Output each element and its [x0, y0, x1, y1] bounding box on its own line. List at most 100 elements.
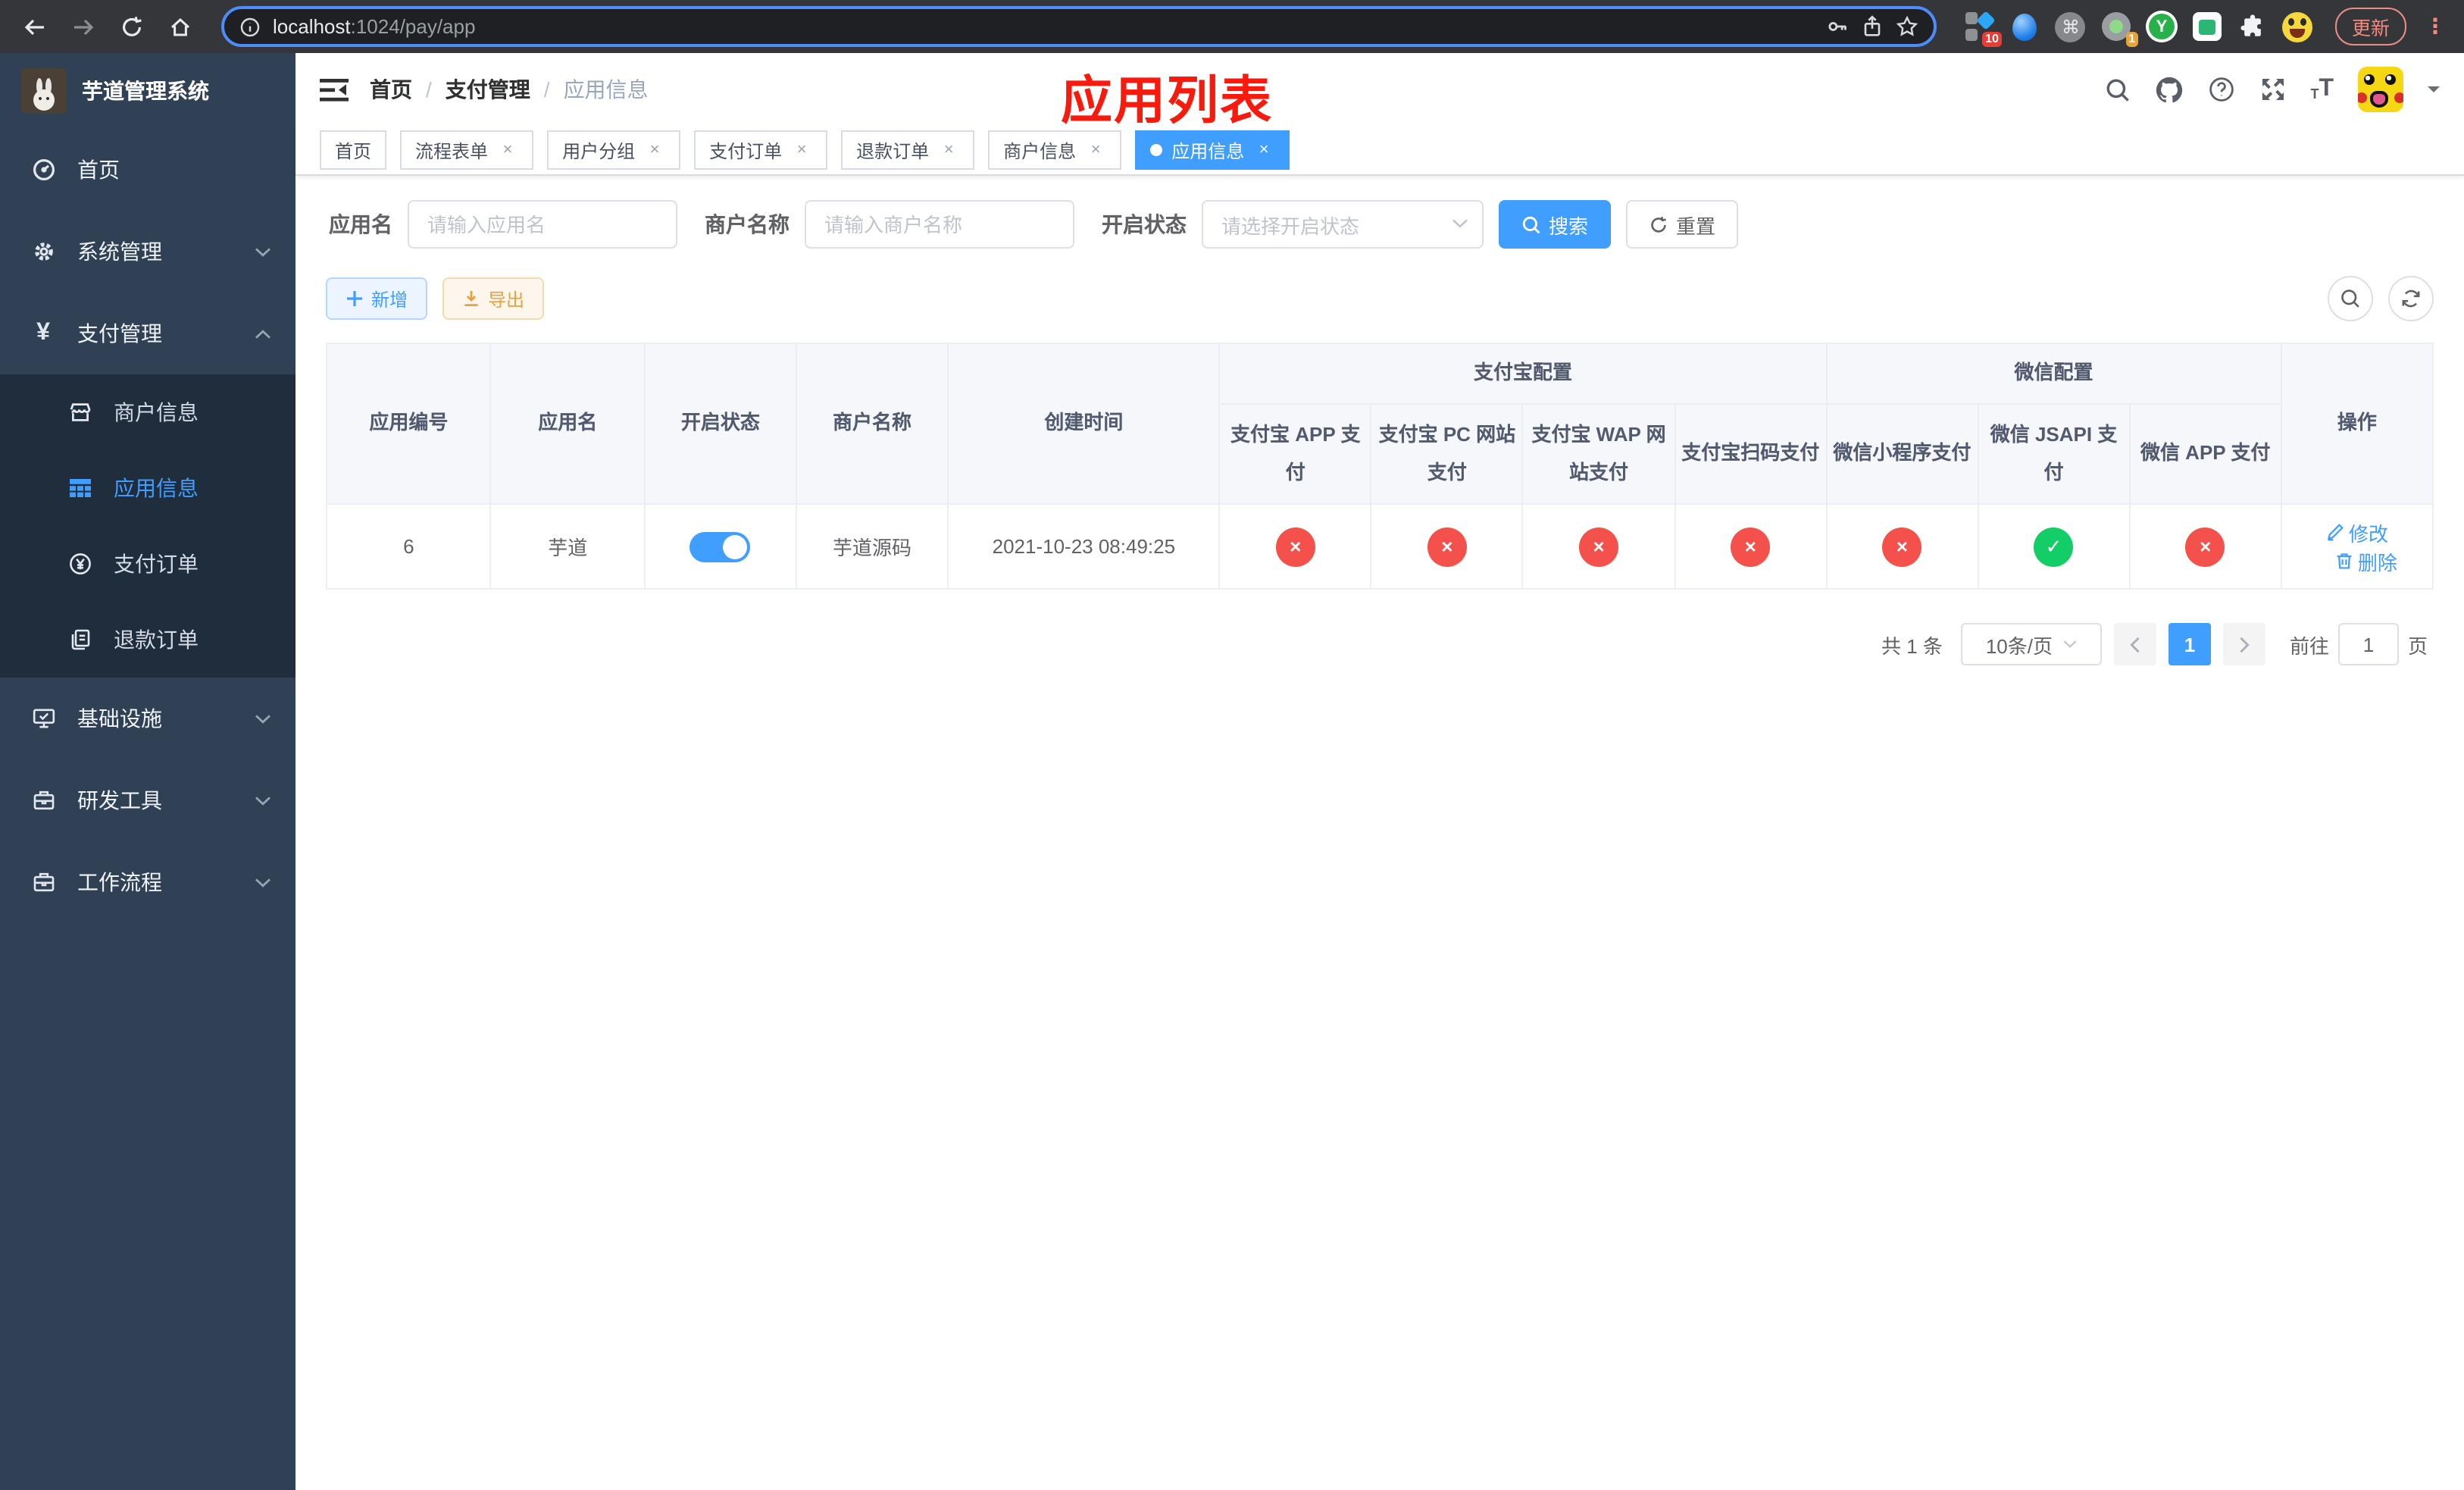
fullscreen-icon[interactable]: [2259, 76, 2286, 103]
search-button[interactable]: 搜索: [1499, 200, 1612, 249]
password-key-icon[interactable]: [1826, 15, 1849, 38]
app-name-input[interactable]: [408, 200, 677, 249]
app-table: 应用编号 应用名 开启状态 商户名称 创建时间 支付宝配置 微信配置 操作 支付…: [325, 343, 2434, 590]
navbar: 首页 / 支付管理 / 应用信息 应用列表 T T: [295, 53, 2464, 130]
sidebar-item-workflow[interactable]: 工作流程: [0, 841, 295, 923]
page-size-select[interactable]: 10条/页: [1960, 623, 2102, 665]
sidebar-collapse-icon[interactable]: [320, 77, 349, 102]
goto-page-input[interactable]: [2337, 623, 2399, 665]
breadcrumb-payment[interactable]: 支付管理: [446, 74, 530, 105]
avatar-caret-icon[interactable]: [2428, 86, 2440, 99]
toggle-search-button[interactable]: [2328, 276, 2373, 321]
reload-icon[interactable]: [112, 7, 152, 46]
app-name-label: 应用名: [329, 212, 392, 236]
font-size-icon[interactable]: TT: [2310, 77, 2334, 102]
page-annotation: 应用列表: [1061, 73, 1273, 130]
profile-emoji-icon[interactable]: [2282, 11, 2314, 42]
next-page-button[interactable]: [2222, 623, 2265, 665]
close-icon[interactable]: ×: [1253, 139, 1274, 161]
tag-refund-order[interactable]: 退款订单 ×: [841, 130, 975, 170]
close-icon[interactable]: ×: [791, 139, 812, 161]
wechat-jsapi-status: ✓: [2034, 527, 2074, 566]
pagination: 共 1 条 10条/页 1 前往 1 页: [326, 623, 2434, 665]
tag-user-group[interactable]: 用户分组 ×: [547, 130, 681, 170]
balloon-extension-icon[interactable]: [2009, 11, 2041, 42]
col-alipay-qr: 支付宝扫码支付: [1674, 403, 1828, 505]
sidebar-item-app-info[interactable]: 应用信息: [0, 450, 295, 526]
col-wechat-app: 微信 APP 支付: [2128, 403, 2282, 505]
alipay-wap-status: ×: [1579, 527, 1619, 566]
help-icon[interactable]: [2207, 76, 2234, 103]
share-icon[interactable]: [1861, 15, 1884, 38]
monitor-icon: [30, 706, 56, 731]
wechat-mini-status: ×: [1882, 527, 1922, 566]
col-wechat-jsapi: 微信 JSAPI 支付: [1977, 403, 2131, 505]
sidebar-item-infrastructure[interactable]: 基础设施: [0, 678, 295, 759]
sidebar-item-home[interactable]: 首页: [0, 129, 295, 211]
status-select[interactable]: 请选择开启状态: [1202, 200, 1484, 249]
browser-menu-icon[interactable]: ⋮: [2425, 14, 2446, 39]
prev-page-button[interactable]: [2113, 623, 2156, 665]
dashboard-icon: [30, 158, 56, 182]
close-icon[interactable]: ×: [644, 139, 665, 161]
delete-link[interactable]: 删除: [2335, 546, 2397, 575]
close-icon[interactable]: ×: [1085, 139, 1106, 161]
tag-process-form[interactable]: 流程表单 ×: [400, 130, 534, 170]
sidebar-logo[interactable]: 芋道管理系统: [0, 53, 295, 129]
header-search-icon[interactable]: [2104, 77, 2130, 102]
sketch-extension-icon[interactable]: 10: [1964, 11, 2002, 47]
sidebar-item-dev-tools[interactable]: 研发工具: [0, 759, 295, 841]
tag-merchant-info[interactable]: 商户信息 ×: [988, 130, 1122, 170]
back-icon[interactable]: [15, 7, 55, 46]
add-button[interactable]: 新增: [326, 277, 428, 320]
tag-app-info[interactable]: 应用信息 ×: [1135, 130, 1290, 170]
extensions-puzzle-icon[interactable]: [2237, 11, 2269, 42]
wechat-app-status: ×: [2185, 527, 2225, 566]
sidebar-item-payment[interactable]: ¥ 支付管理: [0, 293, 295, 374]
sidebar-item-pay-order[interactable]: 支付订单: [0, 526, 295, 602]
edit-link[interactable]: 修改: [2326, 518, 2388, 546]
col-operations: 操作: [2280, 343, 2434, 505]
refresh-button[interactable]: [2388, 276, 2434, 321]
document-copy-icon: [67, 628, 92, 652]
tag-home[interactable]: 首页: [320, 130, 387, 170]
status-toggle[interactable]: [689, 531, 751, 562]
url-bar[interactable]: localhost:1024/pay/app: [221, 6, 1937, 47]
active-dot: [1150, 144, 1163, 156]
y-extension-icon[interactable]: Y: [2145, 11, 2178, 42]
chrome-update-button[interactable]: 更新: [2334, 8, 2406, 45]
bookmark-star-icon[interactable]: [1896, 15, 1918, 38]
user-avatar[interactable]: [2358, 67, 2403, 112]
tag-pay-order[interactable]: 支付订单 ×: [694, 130, 828, 170]
close-icon[interactable]: ×: [938, 139, 959, 161]
chevron-down-icon: [2062, 640, 2077, 649]
chat-extension-icon[interactable]: [2191, 11, 2223, 42]
table-toolbar: 新增 导出: [326, 276, 2434, 321]
merchant-name-input[interactable]: [805, 200, 1074, 249]
col-app-name: 应用名: [489, 343, 646, 505]
home-icon[interactable]: [161, 7, 200, 46]
command-extension-icon[interactable]: ⌘: [2055, 11, 2087, 42]
sidebar-item-refund-order[interactable]: 退款订单: [0, 602, 295, 678]
chevron-down-icon: [255, 877, 271, 887]
col-created: 创建时间: [947, 343, 1221, 505]
reset-button[interactable]: 重置: [1626, 200, 1739, 249]
sidebar: 芋道管理系统 首页 系统管理 ¥ 支付管理 商户信息 应用信息 支付订单 退款订…: [0, 53, 295, 1490]
recorder-extension-icon[interactable]: 1: [2100, 11, 2138, 47]
col-alipay-pc: 支付宝 PC 网站支付: [1370, 403, 1524, 505]
logo-avatar: [21, 68, 67, 114]
forward-icon[interactable]: [64, 7, 103, 46]
sidebar-item-system[interactable]: 系统管理: [0, 211, 295, 293]
col-merchant: 商户名称: [795, 343, 949, 505]
page-content: 应用名 商户名称 开启状态 请选择开启状态 搜索: [295, 176, 2464, 1490]
close-icon[interactable]: ×: [497, 139, 518, 161]
github-icon[interactable]: [2154, 75, 2183, 104]
export-button[interactable]: 导出: [442, 277, 545, 320]
sidebar-item-merchant-info[interactable]: 商户信息: [0, 374, 295, 450]
col-app-id: 应用编号: [325, 343, 492, 505]
alipay-app-status: ×: [1275, 527, 1315, 566]
site-info-icon[interactable]: [239, 16, 261, 37]
page-number-current[interactable]: 1: [2168, 623, 2211, 665]
breadcrumb-home[interactable]: 首页: [370, 74, 412, 105]
shop-icon: [67, 400, 92, 424]
